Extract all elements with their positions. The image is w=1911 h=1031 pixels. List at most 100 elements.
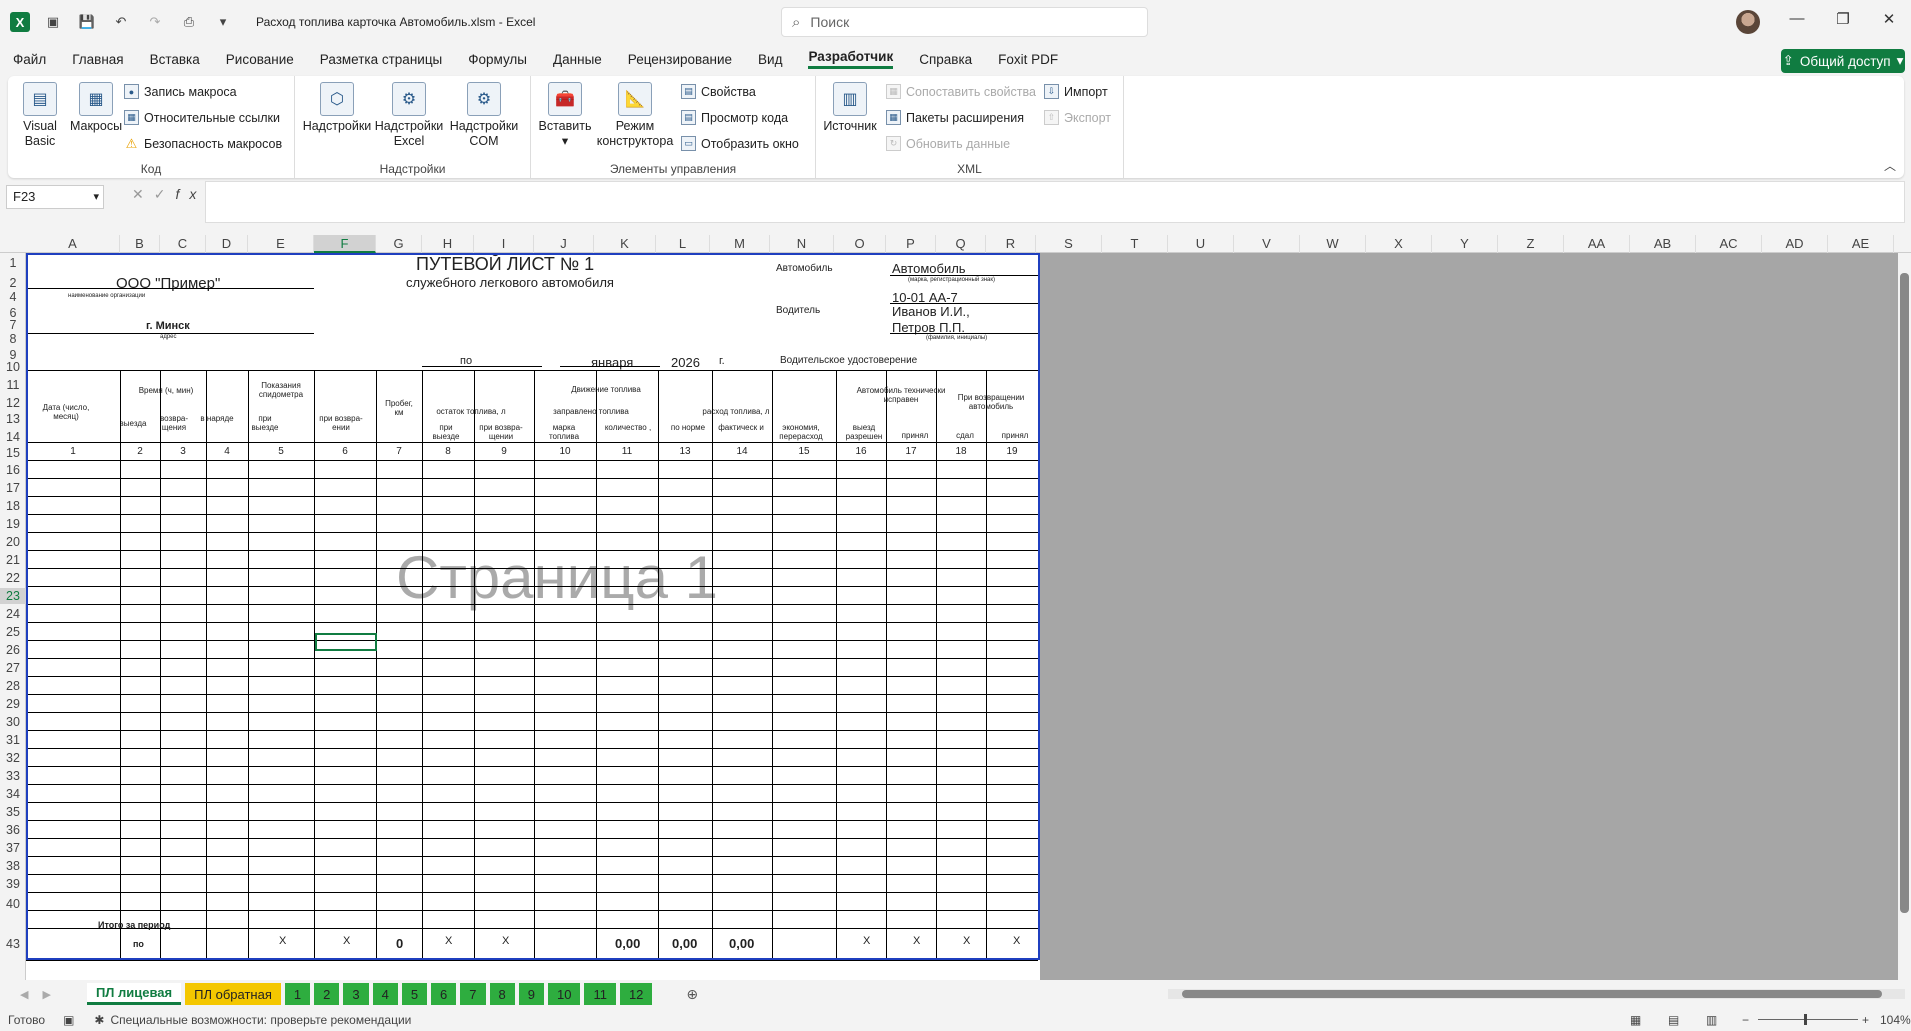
row-header-21[interactable]: 21 [0,552,26,568]
row-header-10[interactable]: 10 [0,359,26,375]
row-header-33[interactable]: 33 [0,768,26,784]
vertical-scrollbar[interactable] [1898,253,1911,980]
refresh-data-button[interactable]: ↻ Обновить данные [886,136,1010,151]
zoom-out-icon[interactable]: − [1742,1013,1749,1027]
share-button[interactable]: ⇪ Общий доступ ▾ [1781,49,1905,73]
tab-review[interactable]: Рецензирование [628,52,732,67]
column-header-f[interactable]: F [314,235,376,253]
row-header-26[interactable]: 26 [0,642,26,658]
row-header-27[interactable]: 27 [0,660,26,676]
tab-scroll-left-icon[interactable]: ◀ [20,988,28,1001]
design-mode-button[interactable]: 📐 Режим конструктора [595,82,675,149]
fx-icon[interactable]: fx [175,186,206,202]
column-header-e[interactable]: E [248,235,314,253]
com-addins-button[interactable]: ⚙ Надстройки COM [445,82,523,149]
record-macro-button[interactable]: ● Запись макроса [124,84,237,99]
tab-2[interactable]: 2 [314,983,340,1005]
xml-source-button[interactable]: ▥ Источник [820,82,880,134]
macro-security-button[interactable]: ⚠ Безопасность макросов [124,136,282,151]
row-header-15[interactable]: 15 [0,445,26,461]
row-header-22[interactable]: 22 [0,570,26,586]
row-header-8[interactable]: 8 [0,331,26,347]
tab-data[interactable]: Данные [553,52,602,67]
macro-status-icon[interactable]: ▣ [63,1013,74,1027]
search-box[interactable]: ⌕ Поиск [781,7,1148,37]
customize-toolbar-icon[interactable]: ▾ [212,11,234,33]
column-header-k[interactable]: K [594,235,656,253]
tab-scroll-right-icon[interactable]: ▶ [42,988,50,1001]
horizontal-scroll-thumb[interactable] [1182,990,1882,998]
column-header-o[interactable]: O [834,235,886,253]
row-header-23[interactable]: 23 [0,588,26,604]
row-header-43[interactable]: 43 [0,936,26,952]
redo-icon[interactable]: ↷ [144,11,166,33]
tab-formulas[interactable]: Формулы [468,52,527,67]
column-header-h[interactable]: H [422,235,474,253]
accessibility-status[interactable]: Специальные возможности: проверьте реком… [110,1013,411,1027]
column-header-p[interactable]: P [886,235,936,253]
addins-button[interactable]: ⬡ Надстройки [301,82,373,134]
row-header-24[interactable]: 24 [0,606,26,622]
column-header-q[interactable]: Q [936,235,986,253]
collapse-ribbon-icon[interactable]: ︿ [1884,157,1896,174]
tab-7[interactable]: 7 [460,983,486,1005]
tab-file[interactable]: Файл [13,52,46,67]
properties-button[interactable]: ▤ Свойства [681,84,756,99]
row-header-35[interactable]: 35 [0,804,26,820]
zoom-slider-thumb[interactable] [1804,1014,1807,1025]
column-header-aa[interactable]: AA [1564,235,1630,253]
column-header-a[interactable]: A [26,235,120,253]
normal-view-icon[interactable]: ▦ [1630,1013,1641,1027]
print-icon[interactable]: ⎙ [178,11,200,33]
column-header-g[interactable]: G [376,235,422,253]
row-header-29[interactable]: 29 [0,696,26,712]
zoom-in-icon[interactable]: + [1862,1013,1869,1027]
tab-8[interactable]: 8 [489,983,515,1005]
row-header-13[interactable]: 13 [0,411,26,427]
relative-refs-button[interactable]: ▦ Относительные ссылки [124,110,280,125]
row-header-32[interactable]: 32 [0,750,26,766]
tab-page-layout[interactable]: Разметка страницы [320,52,442,67]
cancel-icon[interactable]: ✕ [132,186,154,202]
tab-draw[interactable]: Рисование [226,52,294,67]
tab-11[interactable]: 11 [584,983,616,1005]
column-header-u[interactable]: U [1168,235,1234,253]
worksheet[interactable]: Страница 1 ПУТЕВОЙ ЛИСТ № 1 служебного л… [26,253,1040,980]
row-header-17[interactable]: 17 [0,480,26,496]
tab-1[interactable]: 1 [284,983,311,1005]
insert-control-button[interactable]: 🧰 Вставить ▾ [535,82,595,149]
tab-pl-front[interactable]: ПЛ лицевая [86,983,182,1005]
column-header-ad[interactable]: AD [1762,235,1828,253]
column-header-b[interactable]: B [120,235,160,253]
row-header-4[interactable]: 4 [0,289,26,305]
selected-cell-f23[interactable] [315,633,377,651]
visual-basic-button[interactable]: ▤ Visual Basic [14,82,66,149]
column-header-x[interactable]: X [1366,235,1432,253]
import-button[interactable]: ⇩ Импорт [1044,84,1108,99]
column-header-r[interactable]: R [986,235,1036,253]
row-header-39[interactable]: 39 [0,876,26,892]
show-window-button[interactable]: ▭ Отобразить окно [681,136,799,151]
tab-12[interactable]: 12 [619,983,653,1005]
page-break-icon[interactable]: ▥ [1706,1013,1717,1027]
tab-developer[interactable]: Разработчик [808,49,894,69]
view-code-button[interactable]: ▤ Просмотр кода [681,110,788,125]
close-icon[interactable]: ✕ [1874,10,1904,28]
row-header-19[interactable]: 19 [0,516,26,532]
column-header-v[interactable]: V [1234,235,1300,253]
autosave-icon[interactable]: ▣ [42,11,64,33]
tab-10[interactable]: 10 [547,983,581,1005]
page-layout-icon[interactable]: ▤ [1668,1013,1679,1027]
undo-icon[interactable]: ↶ [110,11,132,33]
column-header-d[interactable]: D [206,235,248,253]
zoom-level[interactable]: 104% [1880,1013,1911,1027]
macros-button[interactable]: ▦ Макросы [66,82,126,134]
column-header-j[interactable]: J [534,235,594,253]
row-header-12[interactable]: 12 [0,395,26,411]
tab-home[interactable]: Главная [72,52,123,67]
column-header-l[interactable]: L [656,235,710,253]
tab-view[interactable]: Вид [758,52,782,67]
column-header-n[interactable]: N [770,235,834,253]
tab-help[interactable]: Справка [919,52,972,67]
tab-4[interactable]: 4 [372,983,398,1005]
